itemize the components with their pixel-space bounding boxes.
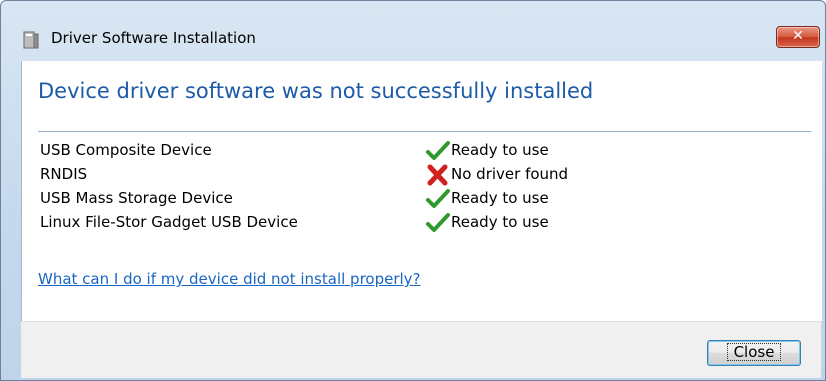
- device-row: RNDIS No driver found: [40, 163, 800, 187]
- close-button[interactable]: Close: [707, 340, 801, 366]
- window-title: Driver Software Installation: [51, 29, 256, 47]
- page-title: Device driver software was not successfu…: [38, 79, 594, 103]
- title-bar[interactable]: Driver Software Installation ✕: [1, 1, 825, 49]
- device-status-text: Ready to use: [451, 141, 549, 159]
- device-row: USB Mass Storage Device Ready to use: [40, 187, 800, 211]
- close-button-label: Close: [726, 343, 782, 361]
- device-name: Linux File-Stor Gadget USB Device: [40, 213, 298, 231]
- dialog-content: Device driver software was not successfu…: [21, 61, 822, 321]
- device-status-text: Ready to use: [451, 189, 549, 207]
- driver-software-icon: [23, 31, 39, 49]
- green-check-icon: [426, 189, 450, 208]
- device-status-text: No driver found: [451, 165, 569, 183]
- dialog-footer: Close: [21, 321, 821, 378]
- close-icon: ✕: [792, 28, 804, 44]
- window-close-button[interactable]: ✕: [776, 26, 820, 48]
- dialog-window: Driver Software Installation ✕ Device dr…: [0, 0, 826, 381]
- device-list: USB Composite Device Ready to use RNDIS …: [40, 139, 800, 235]
- device-name: USB Composite Device: [40, 141, 212, 159]
- device-status-text: Ready to use: [451, 213, 549, 231]
- divider: [38, 131, 811, 132]
- help-link[interactable]: What can I do if my device did not insta…: [38, 270, 421, 288]
- device-name: RNDIS: [40, 165, 88, 183]
- green-check-icon: [426, 213, 450, 232]
- green-check-icon: [426, 141, 450, 160]
- device-row: Linux File-Stor Gadget USB Device Ready …: [40, 211, 800, 235]
- device-name: USB Mass Storage Device: [40, 189, 233, 207]
- red-x-icon: [427, 164, 448, 186]
- device-row: USB Composite Device Ready to use: [40, 139, 800, 163]
